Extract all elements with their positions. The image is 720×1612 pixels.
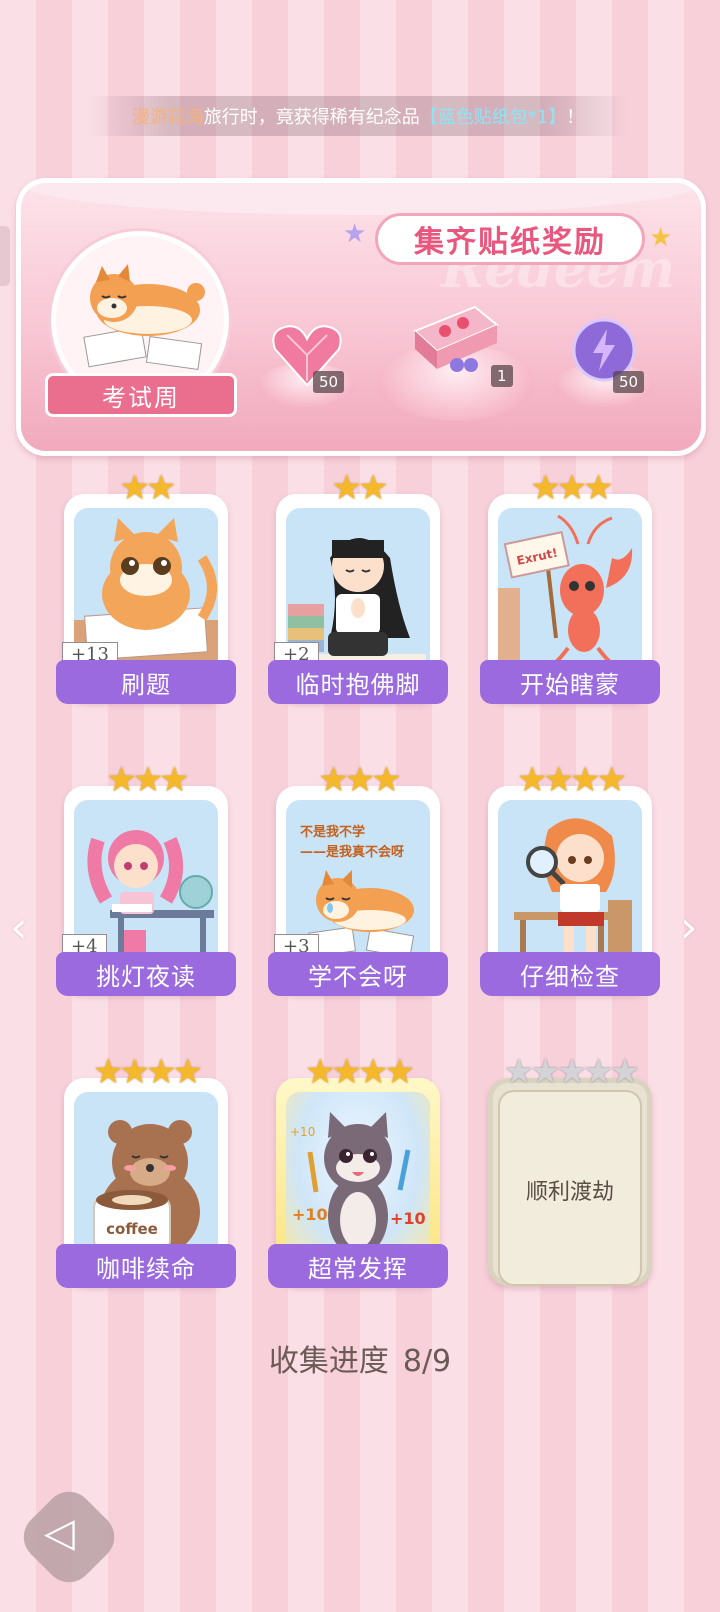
star-rating: ★★★★★ [503, 1052, 640, 1092]
sticker-name: 顺利渡劫 [525, 1180, 614, 1205]
plus-right: +10 [390, 1209, 426, 1228]
sticker-name: 仔细检查 [480, 952, 660, 996]
star-rating: ★★★★ [93, 1052, 203, 1092]
caption-line1: 不是我不学 [300, 824, 365, 840]
reward-count: 50 [313, 371, 345, 393]
star-rating: ★★★ [318, 760, 401, 800]
sticker-image: Exrut! [498, 508, 642, 676]
sticker-card[interactable]: ★★★ +4 挑灯夜读 [56, 760, 236, 996]
cat-pencils-icon: +10 +10 +10 [290, 1112, 426, 1256]
sticker-card[interactable]: coffee ★★★★ 咖啡续命 [56, 1052, 236, 1288]
sticker-name: 超常发挥 [268, 1244, 448, 1288]
next-page-arrow-icon[interactable]: › [680, 902, 698, 953]
sticker-card[interactable]: ★★★★ 仔细检查 [480, 760, 660, 996]
banner-title: 集齐贴纸奖励 [375, 213, 645, 265]
notice-place: 漫游花海 [131, 107, 204, 128]
gift-box-icon[interactable] [405, 291, 501, 377]
sticker-name: 开始瞎蒙 [480, 660, 660, 704]
bear-coffee-icon: coffee [93, 1120, 200, 1258]
star-sparkle-icon: ★ [343, 219, 367, 249]
sticker-name: 刷题 [56, 660, 236, 704]
prev-page-arrow-icon[interactable]: ‹ [10, 902, 28, 953]
sticker-name: 挑灯夜读 [56, 952, 236, 996]
sticker-card[interactable]: ★★ +13 刷题 [56, 468, 236, 704]
reward-notice-bar: 漫游花海 旅行时，竟获得稀有纪念品 【蓝色贴纸包*1】 ！ [88, 96, 628, 136]
sticker-name: 临时抱佛脚 [268, 660, 448, 704]
reward-count: 50 [613, 371, 645, 393]
star-rating: ★★★★ [305, 1052, 415, 1092]
star-sparkle-icon: ★ [649, 223, 673, 253]
caption-line2: ——是我真不会呀 [300, 844, 404, 860]
plus-left: +10 [292, 1205, 328, 1224]
plus-top: +10 [290, 1125, 315, 1139]
star-rating: ★★ [119, 468, 177, 508]
cup-text: coffee [106, 1220, 158, 1238]
progress-label: 收集进度 [268, 1344, 389, 1379]
sticker-image [498, 800, 642, 968]
star-rating: ★★ [331, 468, 389, 508]
sticker-image: +10 +10 +10 [286, 1092, 430, 1260]
sticker-card[interactable]: Exrut! ★★★ 开始瞎蒙 [480, 468, 660, 704]
shrimp-sign-icon: Exrut! [498, 514, 633, 676]
theme-name-label: 考试周 [45, 373, 237, 417]
sticker-name: 咖啡续命 [56, 1244, 236, 1288]
sticker-image: coffee [74, 1092, 218, 1260]
side-drawer-tab[interactable] [0, 226, 10, 286]
sticker-card[interactable]: +10 +10 +10 ★★★★ 超常发挥 [268, 1052, 448, 1288]
notice-end: ！ [566, 107, 585, 128]
sticker-card[interactable]: ★★ +2 临时抱佛脚 [268, 468, 448, 704]
collection-progress: 收集进度 8/9 [0, 1336, 720, 1380]
collection-reward-banner: Redeem ★ 集齐贴纸奖励 ★ 考试周 50 1 50 [16, 178, 706, 456]
notice-text: 旅行时，竟获得稀有纪念品 [203, 107, 420, 128]
back-arrow-icon: ◁ [44, 1510, 75, 1556]
notice-item: 【蓝色贴纸包*1】 [419, 107, 567, 128]
star-rating: ★★★★ [517, 760, 627, 800]
sticker-card[interactable]: 不是我不学 ——是我真不会呀 ★★★ +3 学不会呀 [268, 760, 448, 996]
sticker-name: 学不会呀 [268, 952, 448, 996]
progress-value: 8/9 [402, 1344, 452, 1379]
star-rating: ★★★ [530, 468, 613, 508]
girl-magnifier-icon [514, 818, 632, 960]
star-rating: ★★★ [106, 760, 189, 800]
reward-count: 1 [491, 365, 513, 387]
sticker-card-locked[interactable]: 顺利渡劫 ★★★★★ [484, 1054, 656, 1286]
